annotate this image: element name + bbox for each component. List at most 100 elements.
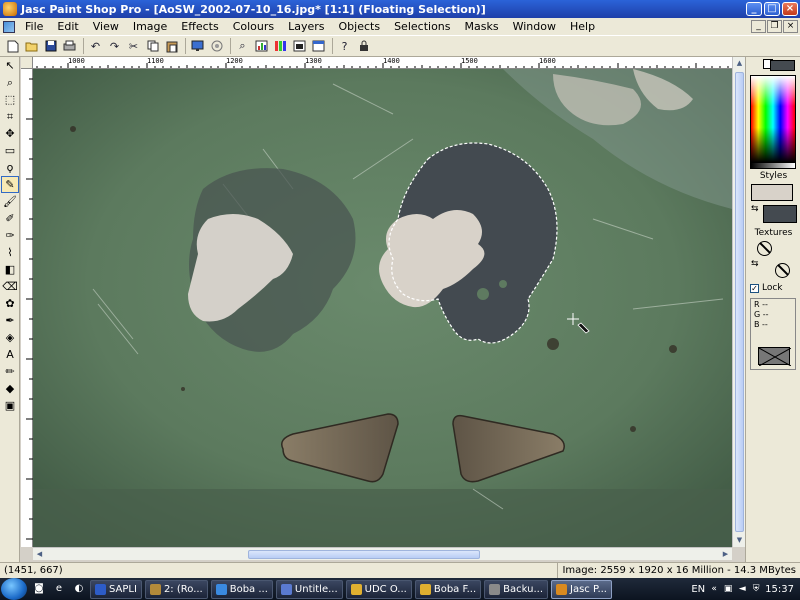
- language-indicator[interactable]: EN: [691, 584, 705, 595]
- windows-taskbar: ◙ e ◐ SAPLI 2: (Ro... Boba ... Untitle..…: [0, 578, 800, 600]
- menu-help[interactable]: Help: [563, 18, 602, 35]
- browser-quicklaunch-icon[interactable]: ◐: [71, 581, 87, 597]
- task-button-active[interactable]: Jasc P...: [551, 579, 612, 599]
- maximize-button[interactable]: □: [764, 2, 780, 16]
- task-button[interactable]: Boba F...: [414, 579, 482, 599]
- network-icon[interactable]: ▣: [723, 584, 733, 594]
- doc-minimize-button[interactable]: _: [751, 20, 766, 33]
- doc-close-button[interactable]: ×: [783, 20, 798, 33]
- task-button[interactable]: 2: (Ro...: [144, 579, 208, 599]
- swap-colors-icon[interactable]: ⇆: [751, 204, 759, 214]
- draw-tool-icon[interactable]: ✏: [1, 363, 19, 380]
- arrow-tool-icon[interactable]: ↖: [1, 57, 19, 74]
- save-icon[interactable]: [42, 38, 59, 55]
- undo-icon[interactable]: ↶: [87, 38, 104, 55]
- clone-brush-tool-icon[interactable]: ✐: [1, 210, 19, 227]
- lock-checkbox[interactable]: ✓: [750, 283, 759, 293]
- cut-icon[interactable]: ✂: [125, 38, 142, 55]
- scroll-right-icon[interactable]: ▶: [719, 548, 732, 561]
- volume-icon[interactable]: ◄: [737, 584, 747, 594]
- eraser-tool-icon[interactable]: ⌫: [1, 278, 19, 295]
- document-icon[interactable]: [3, 20, 15, 33]
- menu-colours[interactable]: Colours: [226, 18, 281, 35]
- redo-icon[interactable]: ↷: [106, 38, 123, 55]
- clock[interactable]: 15:37: [765, 584, 794, 595]
- zoom-icon[interactable]: ⌕: [234, 38, 251, 55]
- grayscale-bar[interactable]: [750, 163, 796, 169]
- menu-selections[interactable]: Selections: [387, 18, 457, 35]
- mini-bg-swatch[interactable]: [770, 60, 795, 71]
- paint-brush-tool-icon[interactable]: 🖌: [1, 193, 19, 210]
- retouch-tool-icon[interactable]: ⌇: [1, 244, 19, 261]
- browse-icon[interactable]: [189, 38, 206, 55]
- menu-image[interactable]: Image: [126, 18, 174, 35]
- window-title: Jasc Paint Shop Pro - [AoSW_2002-07-10_1…: [21, 2, 486, 16]
- overview-icon[interactable]: [310, 38, 327, 55]
- print-icon[interactable]: [61, 38, 78, 55]
- tray-arrows-icon[interactable]: «: [709, 584, 719, 594]
- app-icon[interactable]: [3, 2, 17, 16]
- task-button[interactable]: UDC O...: [345, 579, 412, 599]
- lock-row[interactable]: ✓ Lock: [750, 283, 783, 293]
- scroll-left-icon[interactable]: ◀: [33, 548, 46, 561]
- preset-shapes-tool-icon[interactable]: ◆: [1, 380, 19, 397]
- new-icon[interactable]: [4, 38, 21, 55]
- select-tool-icon[interactable]: ⬚: [1, 91, 19, 108]
- dropper-tool-icon[interactable]: ✎: [1, 176, 19, 193]
- lasso-tool-icon[interactable]: ϙ: [1, 159, 19, 176]
- close-button[interactable]: ×: [782, 2, 798, 16]
- show-desktop-icon[interactable]: ◙: [31, 581, 47, 597]
- swap-textures-icon[interactable]: ⇆: [751, 259, 759, 269]
- menu-objects[interactable]: Objects: [332, 18, 388, 35]
- start-button[interactable]: [1, 578, 27, 600]
- menu-edit[interactable]: Edit: [50, 18, 85, 35]
- histogram-icon[interactable]: [253, 38, 270, 55]
- task-button[interactable]: SAPLI: [90, 579, 142, 599]
- image-canvas[interactable]: [33, 69, 732, 547]
- vertical-scroll-thumb[interactable]: [735, 72, 744, 532]
- picture-tube-tool-icon[interactable]: ✿: [1, 295, 19, 312]
- no-texture-icon[interactable]: [775, 263, 790, 278]
- ie-quicklaunch-icon[interactable]: e: [51, 581, 67, 597]
- object-selector-tool-icon[interactable]: ▣: [1, 397, 19, 414]
- task-button[interactable]: Untitle...: [275, 579, 343, 599]
- airbrush-tool-icon[interactable]: ✒: [1, 312, 19, 329]
- color-replacer-tool-icon[interactable]: ✑: [1, 227, 19, 244]
- screen-capture-icon[interactable]: [208, 38, 225, 55]
- paste-icon[interactable]: [163, 38, 180, 55]
- title-bar[interactable]: Jasc Paint Shop Pro - [AoSW_2002-07-10_1…: [0, 0, 800, 18]
- no-texture-icon[interactable]: [757, 241, 772, 256]
- help-icon[interactable]: ?: [336, 38, 353, 55]
- doc-restore-button[interactable]: ❐: [767, 20, 782, 33]
- color-palette-icon[interactable]: [272, 38, 289, 55]
- menu-masks[interactable]: Masks: [458, 18, 506, 35]
- background-style-swatch[interactable]: [763, 205, 797, 223]
- menu-window[interactable]: Window: [506, 18, 563, 35]
- task-icon: [149, 583, 161, 595]
- crop-tool-icon[interactable]: ⌗: [1, 108, 19, 125]
- text-tool-icon[interactable]: A: [1, 346, 19, 363]
- menu-effects[interactable]: Effects: [174, 18, 225, 35]
- mover-tool-icon[interactable]: ✥: [1, 125, 19, 142]
- scratch-remover-tool-icon[interactable]: ◧: [1, 261, 19, 278]
- security-icon[interactable]: ⛨: [751, 584, 761, 594]
- task-button[interactable]: Boba ...: [210, 579, 273, 599]
- bottom-band: [33, 489, 732, 547]
- vertical-scrollbar[interactable]: ▲ ▼: [732, 57, 745, 547]
- rect-select-tool-icon[interactable]: ▭: [1, 142, 19, 159]
- flood-fill-tool-icon[interactable]: ◈: [1, 329, 19, 346]
- menu-layers[interactable]: Layers: [281, 18, 331, 35]
- layers-palette-icon[interactable]: [291, 38, 308, 55]
- copy-icon[interactable]: [144, 38, 161, 55]
- zoom-tool-icon[interactable]: ⌕: [1, 74, 19, 91]
- menu-file[interactable]: File: [18, 18, 50, 35]
- horizontal-scroll-thumb[interactable]: [248, 550, 480, 559]
- minimize-button[interactable]: _: [746, 2, 762, 16]
- horizontal-scrollbar[interactable]: ◀ ▶: [33, 547, 732, 560]
- lock-icon[interactable]: [355, 38, 372, 55]
- menu-view[interactable]: View: [86, 18, 126, 35]
- task-button[interactable]: Backu...: [484, 579, 549, 599]
- foreground-style-swatch[interactable]: [751, 184, 793, 201]
- open-icon[interactable]: [23, 38, 40, 55]
- color-picker-gradient[interactable]: [750, 75, 796, 163]
